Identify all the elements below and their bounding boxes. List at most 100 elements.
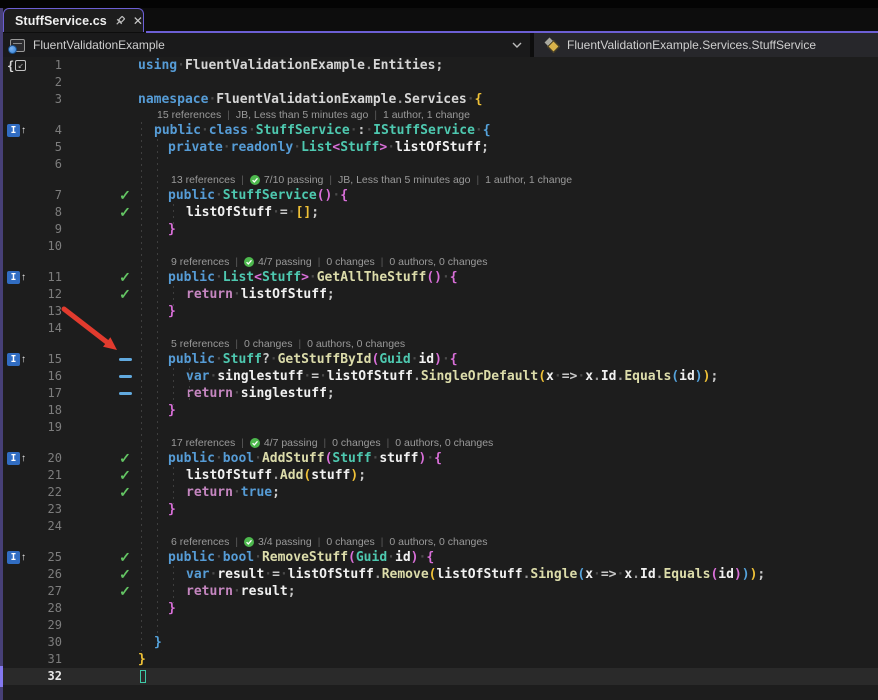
- code-text[interactable]: }: [136, 402, 878, 419]
- codelens-link[interactable]: 0 changes: [244, 338, 292, 351]
- codelens-link[interactable]: 0 authors, 0 changes: [389, 256, 487, 269]
- code-text[interactable]: [136, 156, 878, 173]
- codelens-link[interactable]: 5 references: [171, 338, 229, 351]
- codelens-link[interactable]: 1 author, 1 change: [383, 109, 470, 122]
- test-passed-icon[interactable]: ✓: [114, 467, 136, 484]
- code-text[interactable]: listOfStuff.Add(stuff);: [136, 467, 878, 484]
- indent-guide: [173, 368, 174, 405]
- code-text[interactable]: [136, 419, 878, 436]
- codelens-text[interactable]: 6 references|3/4 passing|0 changes|0 aut…: [136, 535, 878, 549]
- code-text[interactable]: var·singlestuff·=·listOfStuff.SingleOrDe…: [136, 368, 878, 385]
- glyph-margin: [3, 402, 36, 419]
- codelens-text[interactable]: 13 references|7/10 passing|JB, Less than…: [136, 173, 878, 187]
- codelens-link[interactable]: 13 references: [171, 174, 235, 187]
- not-covered-icon[interactable]: [114, 351, 136, 368]
- code-token: bool: [223, 451, 254, 466]
- code-text[interactable]: public·StuffService()·{: [136, 187, 878, 204]
- code-text[interactable]: namespace·FluentValidationExample.Servic…: [136, 91, 878, 108]
- codelens-text[interactable]: 5 references|0 changes|0 authors, 0 chan…: [136, 337, 878, 351]
- codelens-link[interactable]: 17 references: [171, 437, 235, 450]
- codelens-link[interactable]: 0 authors, 0 changes: [389, 536, 487, 549]
- document-tab[interactable]: StuffService.cs ✕: [3, 8, 144, 32]
- code-token: Add: [280, 468, 303, 483]
- test-passed-icon[interactable]: ✓: [114, 269, 136, 286]
- code-token: FluentValidationExample: [185, 58, 365, 73]
- code-token: ·: [554, 369, 562, 384]
- implements-interface-icon[interactable]: I↑: [3, 450, 36, 467]
- codelens-text[interactable]: 15 references|JB, Less than 5 minutes ag…: [136, 108, 878, 122]
- implements-interface-icon[interactable]: I↑: [3, 549, 36, 566]
- codelens-link[interactable]: JB, Less than 5 minutes ago: [236, 109, 369, 122]
- code-text[interactable]: return·true;: [136, 484, 878, 501]
- code-text[interactable]: var·result·=·listOfStuff.Remove(listOfSt…: [136, 566, 878, 583]
- codelens-link[interactable]: 6 references: [171, 536, 229, 549]
- test-passed-icon[interactable]: ✓: [114, 286, 136, 303]
- codelens-link[interactable]: 3/4 passing: [244, 536, 312, 549]
- type-breadcrumb[interactable]: FluentValidationExample.Services.StuffSe…: [534, 33, 878, 57]
- codelens-link[interactable]: 4/7 passing: [250, 437, 318, 450]
- project-dropdown[interactable]: FluentValidationExample: [0, 33, 530, 57]
- codelens-label: 0 changes: [326, 536, 374, 549]
- using-block-glyph-icon[interactable]: {↙: [3, 57, 36, 74]
- glyph-margin: [3, 600, 36, 617]
- codelens-text[interactable]: 9 references|4/7 passing|0 changes|0 aut…: [136, 255, 878, 269]
- codelens-link[interactable]: 0 changes: [332, 437, 380, 450]
- code-text[interactable]: }: [136, 501, 878, 518]
- code-text[interactable]: [136, 518, 878, 535]
- codelens-link[interactable]: 1 author, 1 change: [485, 174, 572, 187]
- not-covered-icon[interactable]: [114, 385, 136, 402]
- code-text[interactable]: private·readonly·List<Stuff>·listOfStuff…: [136, 139, 878, 156]
- codelens-link[interactable]: 0 authors, 0 changes: [307, 338, 405, 351]
- code-text[interactable]: public·bool·AddStuff(Stuff·stuff)·{: [136, 450, 878, 467]
- implements-interface-icon[interactable]: I↑: [3, 351, 36, 368]
- glyph-margin: [3, 368, 36, 385]
- code-line-31: 31}: [3, 651, 878, 668]
- code-text[interactable]: }: [136, 303, 878, 320]
- codelens-link[interactable]: 0 authors, 0 changes: [395, 437, 493, 450]
- codelens-link[interactable]: JB, Less than 5 minutes ago: [338, 174, 471, 187]
- test-passed-icon[interactable]: ✓: [114, 450, 136, 467]
- test-passed-icon[interactable]: ✓: [114, 187, 136, 204]
- line-number: 13: [36, 303, 62, 320]
- test-passed-icon[interactable]: ✓: [114, 566, 136, 583]
- code-text[interactable]: public·bool·RemoveStuff(Guid·id)·{: [136, 549, 878, 566]
- code-text[interactable]: return·result;: [136, 583, 878, 600]
- pin-icon[interactable]: [114, 14, 126, 28]
- codelens-link[interactable]: 4/7 passing: [244, 256, 312, 269]
- code-text[interactable]: [136, 320, 878, 337]
- implements-interface-icon[interactable]: I↑: [3, 269, 36, 286]
- code-text[interactable]: return·singlestuff;: [136, 385, 878, 402]
- code-token: Stuff: [340, 140, 379, 155]
- code-text[interactable]: [136, 74, 878, 91]
- code-editor[interactable]: {↙1using·FluentValidationExample.Entitie…: [0, 57, 878, 700]
- codelens-link[interactable]: 7/10 passing: [250, 174, 324, 187]
- test-passed-icon[interactable]: ✓: [114, 484, 136, 501]
- codelens-link[interactable]: 15 references: [157, 109, 221, 122]
- code-text[interactable]: public·class·StuffService·:·IStuffServic…: [136, 122, 878, 139]
- test-passed-icon[interactable]: ✓: [114, 549, 136, 566]
- not-covered-icon[interactable]: [114, 368, 136, 385]
- test-passed-icon[interactable]: ✓: [114, 583, 136, 600]
- code-text[interactable]: public·Stuff?·GetStuffById(Guid·id)·{: [136, 351, 878, 368]
- code-text[interactable]: }: [136, 651, 878, 668]
- close-icon[interactable]: ✕: [133, 14, 143, 28]
- code-text[interactable]: }: [136, 221, 878, 238]
- code-text[interactable]: }: [136, 600, 878, 617]
- codelens-text[interactable]: 17 references|4/7 passing|0 changes|0 au…: [136, 436, 878, 450]
- test-passed-icon[interactable]: ✓: [114, 204, 136, 221]
- code-text[interactable]: }: [136, 634, 878, 651]
- code-text[interactable]: [136, 617, 878, 634]
- code-text[interactable]: public·List<Stuff>·GetAllTheStuff()·{: [136, 269, 878, 286]
- code-text[interactable]: listOfStuff·=·[];: [136, 204, 878, 221]
- code-text[interactable]: [136, 668, 878, 685]
- implements-interface-icon[interactable]: I↑: [3, 122, 36, 139]
- code-text[interactable]: using·FluentValidationExample.Entities;: [136, 57, 878, 74]
- line-number: [36, 173, 62, 187]
- codelens-link[interactable]: 0 changes: [326, 256, 374, 269]
- codelens-link[interactable]: 9 references: [171, 256, 229, 269]
- code-text[interactable]: return·listOfStuff;: [136, 286, 878, 303]
- code-text[interactable]: [136, 238, 878, 255]
- codelens-link[interactable]: 0 changes: [326, 536, 374, 549]
- line-number: 25: [36, 549, 62, 566]
- test-margin: [114, 173, 136, 187]
